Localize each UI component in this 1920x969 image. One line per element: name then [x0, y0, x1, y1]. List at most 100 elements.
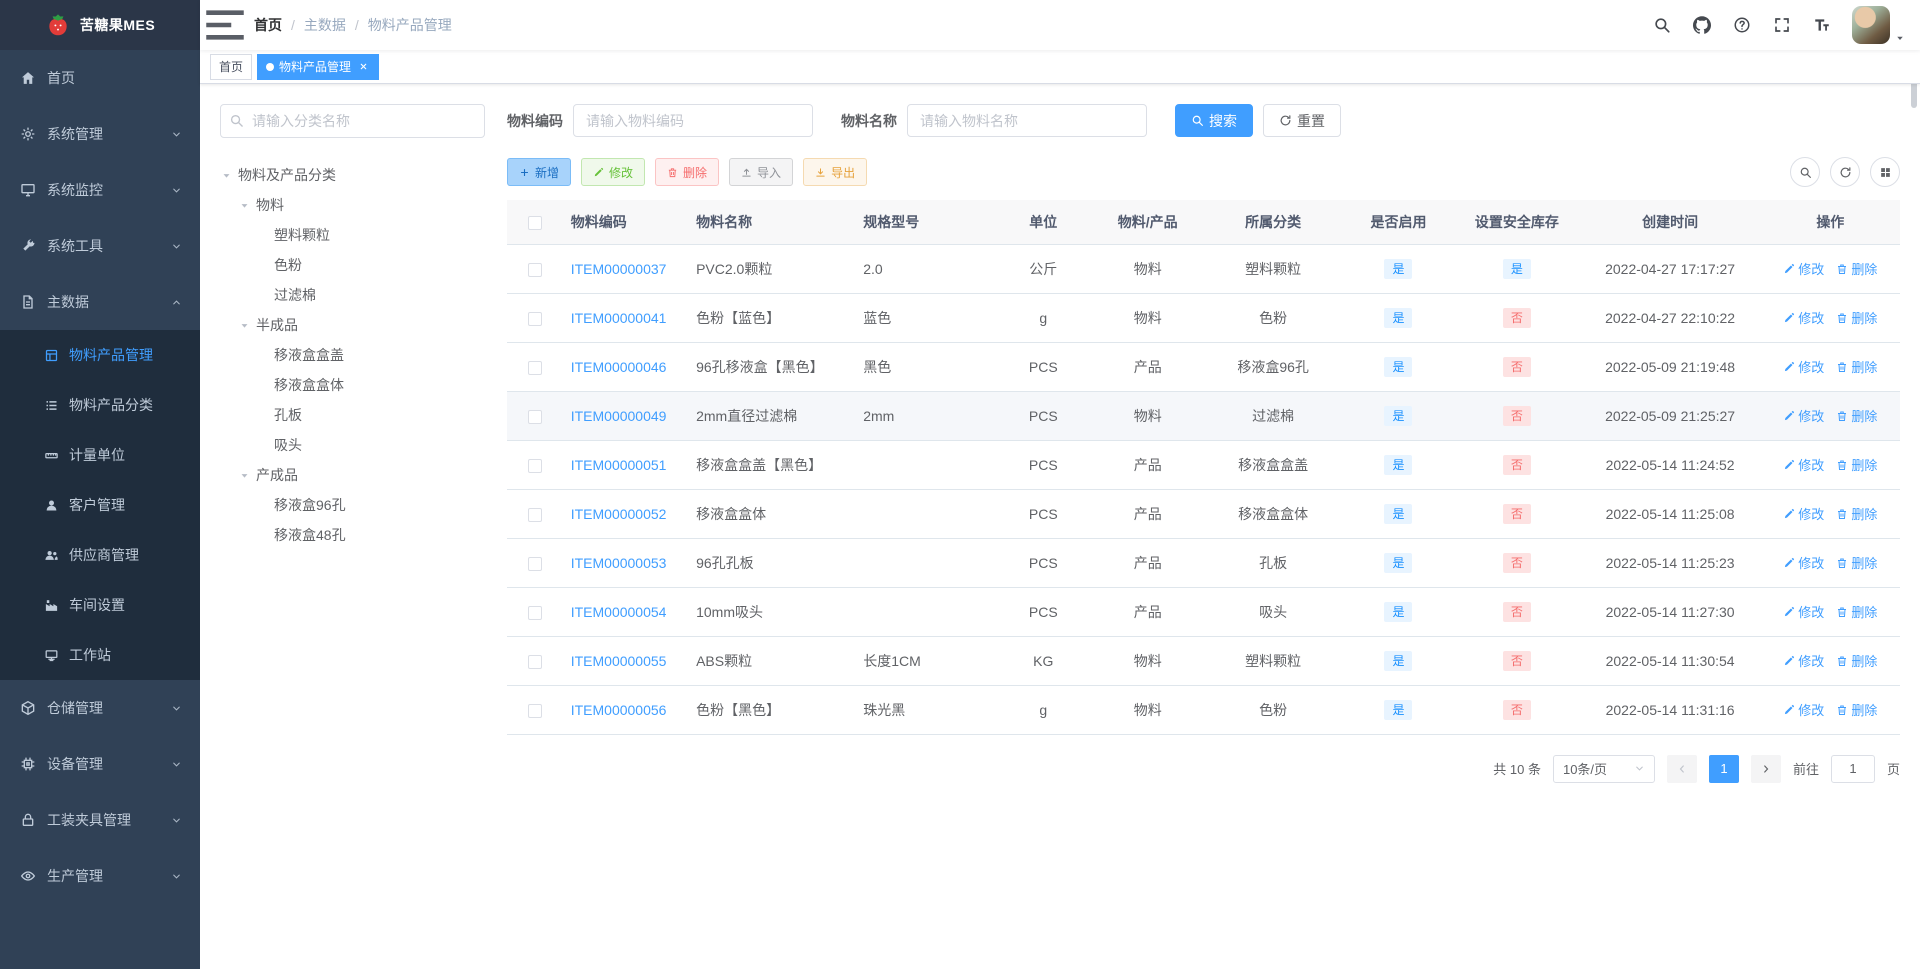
header-github-button[interactable] — [1682, 0, 1722, 50]
tree-node[interactable]: 移液盒盒盖 — [220, 340, 485, 370]
delete-row-button[interactable]: 删除 — [1836, 259, 1877, 278]
utility-refresh-button[interactable] — [1830, 157, 1860, 187]
utility-columns-button[interactable] — [1870, 157, 1900, 187]
delete-row-button[interactable]: 删除 — [1836, 455, 1877, 474]
delete-button[interactable]: 删除 — [655, 158, 720, 186]
tree-node[interactable]: 塑料颗粒 — [220, 220, 485, 250]
prev-page-button[interactable] — [1666, 754, 1697, 783]
goto-page-input[interactable] — [1830, 754, 1875, 783]
edit-row-button[interactable]: 修改 — [1783, 602, 1824, 621]
row-checkbox[interactable] — [527, 360, 542, 375]
tree-node[interactable]: 孔板 — [220, 400, 485, 430]
user-menu[interactable] — [1852, 0, 1906, 50]
breadcrumb-item-0[interactable]: 首页 — [254, 15, 282, 35]
header-search-button[interactable] — [1642, 0, 1682, 50]
row-checkbox[interactable] — [527, 262, 542, 277]
material-code-link[interactable]: ITEM00000051 — [571, 457, 667, 473]
material-code-link[interactable]: ITEM00000054 — [571, 604, 667, 620]
row-checkbox[interactable] — [527, 311, 542, 326]
sidebar-subitem-3[interactable]: 客户管理 — [0, 480, 200, 530]
edit-row-button[interactable]: 修改 — [1783, 308, 1824, 327]
row-checkbox[interactable] — [527, 654, 542, 669]
delete-row-button[interactable]: 删除 — [1836, 357, 1877, 376]
tree-node[interactable]: 产成品 — [220, 460, 485, 490]
edit-row-button[interactable]: 修改 — [1783, 357, 1824, 376]
sidebar-subitem-5[interactable]: 车间设置 — [0, 580, 200, 630]
breadcrumb-item-2[interactable]: 物料产品管理 — [368, 15, 452, 35]
tab-1[interactable]: 物料产品管理 — [257, 53, 380, 80]
sidebar-item-7[interactable]: 工装夹具管理 — [0, 792, 200, 848]
tree-node[interactable]: 色粉 — [220, 250, 485, 280]
header-font-size-button[interactable] — [1802, 0, 1842, 50]
delete-row-button[interactable]: 删除 — [1836, 504, 1877, 523]
delete-row-button[interactable]: 删除 — [1836, 602, 1877, 621]
page-number-button[interactable]: 1 — [1708, 754, 1739, 783]
sidebar-subitem-2[interactable]: 计量单位 — [0, 430, 200, 480]
sidebar-item-1[interactable]: 系统管理 — [0, 106, 200, 162]
category-search-input[interactable] — [220, 104, 485, 138]
tree-node[interactable]: 移液盒盒体 — [220, 370, 485, 400]
edit-row-button[interactable]: 修改 — [1783, 651, 1824, 670]
row-checkbox[interactable] — [527, 458, 542, 473]
search-button[interactable]: 搜索 — [1175, 104, 1253, 137]
edit-button[interactable]: 修改 — [581, 158, 646, 186]
row-checkbox[interactable] — [527, 556, 542, 571]
reset-button[interactable]: 重置 — [1263, 104, 1341, 137]
edit-row-button[interactable]: 修改 — [1783, 700, 1824, 719]
header-fullscreen-button[interactable] — [1762, 0, 1802, 50]
utility-search-button[interactable] — [1790, 157, 1820, 187]
material-code-link[interactable]: ITEM00000037 — [571, 261, 667, 277]
material-code-link[interactable]: ITEM00000049 — [571, 408, 667, 424]
delete-row-button[interactable]: 删除 — [1836, 406, 1877, 425]
page-size-select[interactable]: 10条/页 — [1552, 754, 1655, 783]
avatar[interactable] — [1852, 6, 1890, 44]
delete-row-button[interactable]: 删除 — [1836, 308, 1877, 327]
tree-node[interactable]: 过滤棉 — [220, 280, 485, 310]
tab-0[interactable]: 首页 — [210, 53, 253, 80]
edit-row-button[interactable]: 修改 — [1783, 455, 1824, 474]
material-code-link[interactable]: ITEM00000041 — [571, 310, 667, 326]
sidebar-item-5[interactable]: 仓储管理 — [0, 680, 200, 736]
sidebar-subitem-4[interactable]: 供应商管理 — [0, 530, 200, 580]
material-code-link[interactable]: ITEM00000055 — [571, 653, 667, 669]
sidebar-item-8[interactable]: 生产管理 — [0, 848, 200, 904]
edit-row-button[interactable]: 修改 — [1783, 259, 1824, 278]
sidebar-subitem-1[interactable]: 物料产品分类 — [0, 380, 200, 430]
tree-node[interactable]: 物料 — [220, 190, 485, 220]
delete-row-button[interactable]: 删除 — [1836, 700, 1877, 719]
material-code-link[interactable]: ITEM00000056 — [571, 702, 667, 718]
delete-row-button[interactable]: 删除 — [1836, 553, 1877, 572]
breadcrumb-item-1[interactable]: 主数据 — [304, 15, 346, 35]
app-logo[interactable]: 苦糖果MES — [0, 0, 200, 50]
material-code-link[interactable]: ITEM00000053 — [571, 555, 667, 571]
select-all-checkbox[interactable] — [527, 215, 542, 230]
tree-node[interactable]: 移液盒48孔 — [220, 520, 485, 550]
sidebar-item-4[interactable]: 主数据 — [0, 274, 200, 330]
sidebar-item-2[interactable]: 系统监控 — [0, 162, 200, 218]
row-checkbox[interactable] — [527, 409, 542, 424]
tree-node[interactable]: 吸头 — [220, 430, 485, 460]
search-field-input-0[interactable] — [573, 104, 813, 137]
hamburger-icon[interactable] — [200, 0, 250, 50]
export-button[interactable]: 导出 — [803, 158, 868, 186]
row-checkbox[interactable] — [527, 605, 542, 620]
row-checkbox[interactable] — [527, 703, 542, 718]
tree-node[interactable]: 半成品 — [220, 310, 485, 340]
tree-node[interactable]: 移液盒96孔 — [220, 490, 485, 520]
add-button[interactable]: 新增 — [507, 158, 572, 186]
material-code-link[interactable]: ITEM00000046 — [571, 359, 667, 375]
sidebar-item-0[interactable]: 首页 — [0, 50, 200, 106]
sidebar-subitem-6[interactable]: 工作站 — [0, 630, 200, 680]
row-checkbox[interactable] — [527, 507, 542, 522]
tree-node[interactable]: 物料及产品分类 — [220, 160, 485, 190]
delete-row-button[interactable]: 删除 — [1836, 651, 1877, 670]
sidebar-item-3[interactable]: 系统工具 — [0, 218, 200, 274]
import-button[interactable]: 导入 — [729, 158, 794, 186]
edit-row-button[interactable]: 修改 — [1783, 504, 1824, 523]
edit-row-button[interactable]: 修改 — [1783, 553, 1824, 572]
material-code-link[interactable]: ITEM00000052 — [571, 506, 667, 522]
close-icon[interactable] — [356, 60, 370, 74]
edit-row-button[interactable]: 修改 — [1783, 406, 1824, 425]
sidebar-subitem-0[interactable]: 物料产品管理 — [0, 330, 200, 380]
sidebar-item-6[interactable]: 设备管理 — [0, 736, 200, 792]
